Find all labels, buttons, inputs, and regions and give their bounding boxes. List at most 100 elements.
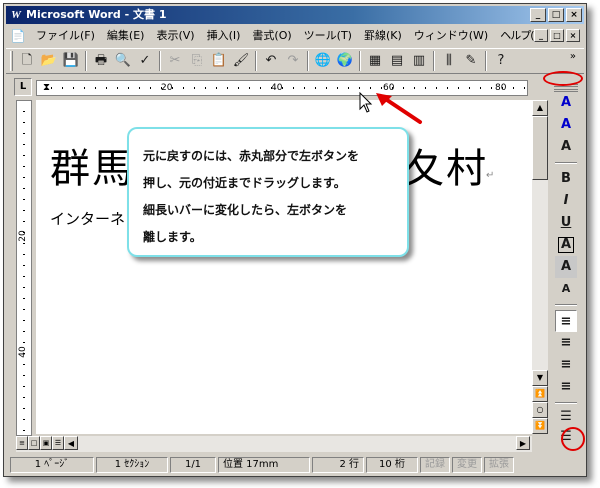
close-button[interactable]: ×	[566, 8, 582, 22]
char-shading-icon[interactable]: A	[555, 256, 577, 278]
toolbar-separator	[555, 402, 577, 404]
ruler-tick	[161, 87, 162, 89]
ruler-tick	[403, 87, 404, 89]
ruler-tick	[260, 87, 261, 89]
save-icon[interactable]: 💾	[60, 50, 82, 72]
scroll-thumb[interactable]	[532, 116, 548, 180]
ruler-tick	[469, 87, 470, 89]
menu-tools[interactable]: ツール(T)	[298, 27, 358, 45]
vertical-scrollbar[interactable]: ▲ ▼ ⏫ ○ ⏬	[532, 100, 548, 434]
char-scale-icon[interactable]: A	[555, 278, 577, 300]
scroll-left-button[interactable]: ◀	[64, 436, 78, 450]
toolbar-grip[interactable]	[10, 51, 13, 71]
doc-minimize-button[interactable]: _	[534, 29, 548, 42]
status-trk[interactable]: 変更	[452, 457, 482, 473]
underline-icon[interactable]: U	[555, 212, 577, 234]
print-icon[interactable]: 🖶	[90, 50, 112, 72]
drawing-icon[interactable]: ✎	[460, 50, 482, 72]
toolbar-separator	[555, 304, 577, 306]
indent-marker-icon[interactable]: ⧗	[43, 81, 50, 95]
ruler-tick	[106, 87, 107, 89]
vruler-tick	[23, 243, 25, 244]
normal-view-button[interactable]: ≡	[16, 436, 28, 450]
cut-icon[interactable]: ✂	[164, 50, 186, 72]
red-arrow-icon	[376, 93, 422, 124]
scroll-down-button[interactable]: ▼	[532, 370, 548, 386]
menu-insert[interactable]: 挿入(I)	[201, 27, 247, 45]
menu-window[interactable]: ウィンドウ(W)	[408, 27, 494, 45]
help-icon[interactable]: ?	[490, 50, 512, 72]
paste-icon[interactable]: 📋	[208, 50, 230, 72]
ruler-tick	[304, 87, 305, 89]
doc-restore-button[interactable]: □	[550, 29, 564, 42]
horizontal-ruler[interactable]: ⧗ 20 40 60 80	[36, 80, 528, 96]
menu-view[interactable]: 表示(V)	[150, 27, 200, 45]
distribute-icon[interactable]: ≡	[555, 376, 577, 398]
font-size-icon[interactable]: A	[555, 92, 577, 114]
print-layout-button[interactable]: ▣	[40, 436, 52, 450]
scroll-right-button[interactable]: ▶	[516, 436, 530, 450]
scroll-up-button[interactable]: ▲	[532, 100, 548, 116]
select-browse-object-button[interactable]: ○	[532, 402, 548, 418]
maximize-button[interactable]: □	[548, 8, 564, 22]
toolbar-separator	[555, 162, 577, 164]
insert-excel-icon[interactable]: ▥	[408, 50, 430, 72]
format-painter-icon[interactable]: 🖌	[230, 50, 252, 72]
ruler-tick	[249, 87, 250, 89]
menu-file[interactable]: ファイル(F)	[30, 27, 101, 45]
font-icon[interactable]: A	[555, 114, 577, 136]
insert-table-icon[interactable]: ▤	[386, 50, 408, 72]
document-icon[interactable]: 📄	[10, 28, 26, 44]
web-layout-button[interactable]: □	[28, 436, 40, 450]
redo-icon[interactable]: ↷	[282, 50, 304, 72]
hyperlink-icon[interactable]: 🌐	[312, 50, 334, 72]
window-title: Microsoft Word - 文書 1	[26, 8, 167, 21]
highlight-oval-toolbar-grip	[543, 71, 583, 86]
next-page-button[interactable]: ⏬	[532, 418, 548, 434]
doc-close-button[interactable]: ×	[566, 29, 580, 42]
status-rec[interactable]: 記録	[420, 457, 450, 473]
word-app-icon[interactable]: W	[9, 8, 23, 22]
vertical-ruler[interactable]: 20 40	[16, 100, 32, 436]
doc-heading-right: 夂村	[404, 146, 488, 192]
ruler-tick	[392, 87, 393, 89]
italic-icon[interactable]: I	[555, 190, 577, 212]
spellcheck-icon[interactable]: ✓	[134, 50, 156, 72]
tables-borders-icon[interactable]: ▦	[364, 50, 386, 72]
outline-view-button[interactable]: ☰	[52, 436, 64, 450]
callout-line: 元に戻すのには、赤丸部分で左ボタンを	[143, 149, 360, 163]
title-bar[interactable]: W Microsoft Word - 文書 1 _ □ ×	[6, 6, 584, 24]
status-ext[interactable]: 拡張	[484, 457, 514, 473]
vruler-tick	[23, 287, 25, 288]
tab-selector[interactable]: L	[14, 78, 32, 96]
numbering-icon[interactable]: ☰	[555, 406, 577, 428]
ruler-tick	[172, 87, 173, 89]
columns-icon[interactable]: ⫼	[438, 50, 460, 72]
menu-format[interactable]: 書式(O)	[246, 27, 297, 45]
undo-icon[interactable]: ↶	[260, 50, 282, 72]
ruler-tick	[359, 87, 360, 89]
open-icon[interactable]: 📂	[38, 50, 60, 72]
menu-table[interactable]: 罫線(K)	[358, 27, 408, 45]
preview-icon[interactable]: 🔍	[112, 50, 134, 72]
web-toolbar-icon[interactable]: 🌍	[334, 50, 356, 72]
char-border-icon[interactable]: A	[555, 234, 577, 256]
vruler-tick	[23, 430, 25, 431]
ruler-tick	[95, 87, 96, 89]
menu-edit[interactable]: 編集(E)	[101, 27, 151, 45]
align-right-icon[interactable]: ≡	[555, 354, 577, 376]
toolbar-overflow-chevron[interactable]: »	[570, 51, 576, 62]
align-justify-icon[interactable]: ≡	[555, 310, 577, 332]
align-center-icon[interactable]: ≡	[555, 332, 577, 354]
horizontal-scrollbar[interactable]: ≡ □ ▣ ☰ ◀ ▶	[16, 436, 532, 452]
grow-font-icon[interactable]: A	[555, 136, 577, 158]
ruler-label: 40	[271, 83, 283, 93]
status-position: 位置 17mm	[218, 457, 310, 473]
new-icon[interactable]: 🗋	[16, 50, 38, 72]
copy-icon[interactable]: ⎘	[186, 50, 208, 72]
bold-icon[interactable]: B	[555, 168, 577, 190]
vruler-tick	[23, 210, 25, 211]
minimize-button[interactable]: _	[530, 8, 546, 22]
callout-line: 離します。	[143, 230, 202, 244]
prev-page-button[interactable]: ⏫	[532, 386, 548, 402]
